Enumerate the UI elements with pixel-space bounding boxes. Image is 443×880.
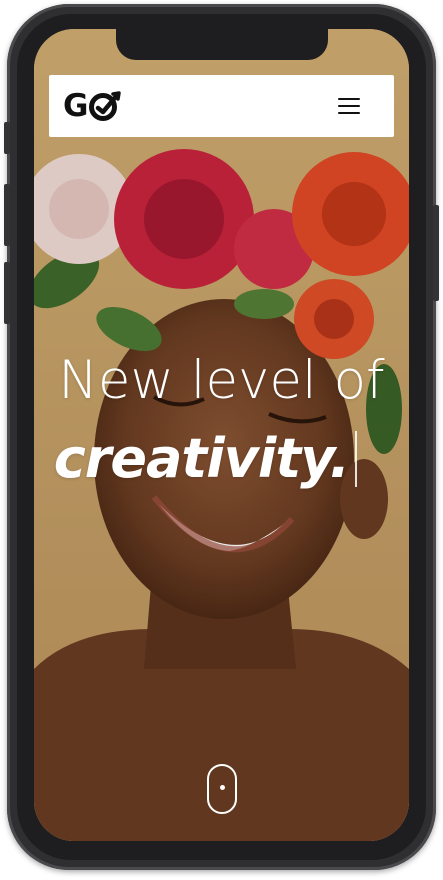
target-check-icon [89, 91, 122, 121]
brand-logo[interactable]: G [63, 89, 122, 123]
scroll-dot [220, 785, 225, 790]
hamburger-line [338, 98, 360, 100]
mouse-scroll-icon[interactable] [207, 764, 237, 814]
hero-headline: New level of [58, 350, 385, 411]
phone-screen: G New level of creativity. [34, 29, 409, 841]
typing-cursor [355, 431, 357, 487]
phone-notch [116, 29, 328, 60]
volume-down-button [4, 262, 10, 324]
hero-typed-word: creativity. [53, 427, 350, 490]
volume-up-button [4, 184, 10, 246]
top-navbar: G [49, 75, 394, 137]
hamburger-menu-icon[interactable] [338, 98, 360, 114]
logo-letter: G [63, 87, 88, 124]
power-button [433, 205, 439, 301]
mute-switch [4, 122, 10, 154]
hero-typed-line: creativity. [54, 427, 357, 491]
hamburger-line [338, 105, 360, 107]
hamburger-line [338, 112, 360, 114]
